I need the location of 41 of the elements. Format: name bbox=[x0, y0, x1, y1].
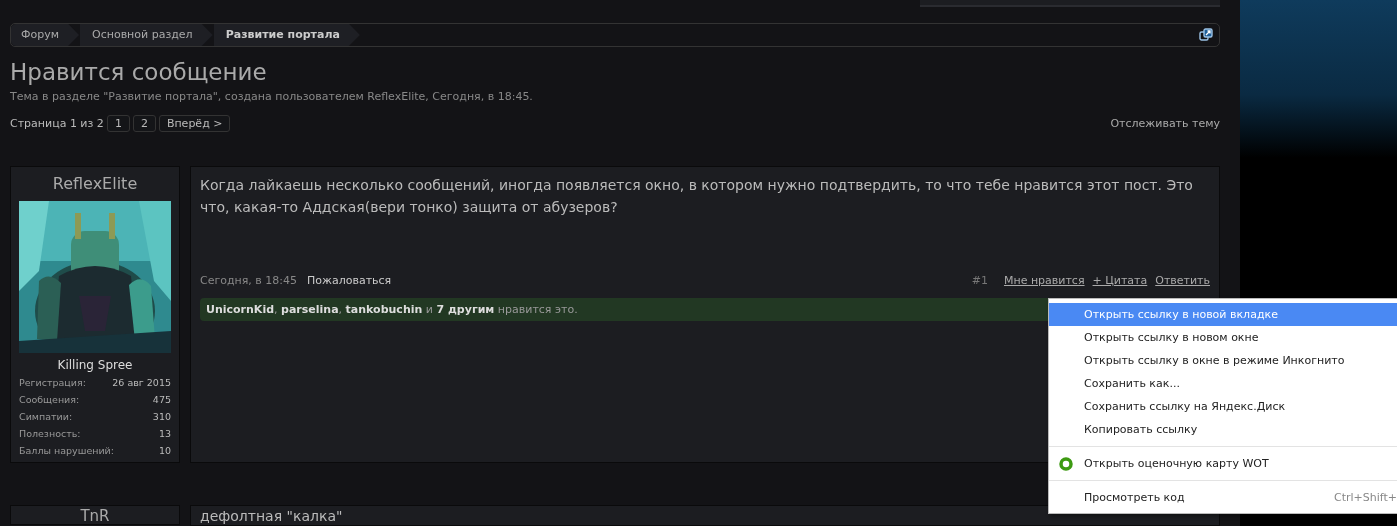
ring-icon bbox=[1059, 457, 1073, 471]
stat-label: Регистрация: bbox=[19, 376, 86, 389]
menu-item[interactable]: Просмотреть код Ctrl+Shift+ bbox=[1049, 486, 1397, 509]
page-button[interactable]: 1 bbox=[106, 115, 130, 132]
username[interactable]: TnR bbox=[19, 508, 171, 525]
post-action-link[interactable]: Мне нравится bbox=[1003, 274, 1085, 287]
popout-icon[interactable] bbox=[1199, 27, 1213, 42]
menu-item[interactable]: Открыть оценочную карту WOT bbox=[1049, 452, 1397, 475]
post-action-link[interactable]: Ответить bbox=[1155, 274, 1210, 287]
stat-label: Баллы нарушений: bbox=[19, 444, 114, 457]
breadcrumb[interactable]: Форум bbox=[11, 23, 79, 46]
page-button[interactable]: 2 bbox=[132, 115, 156, 132]
menu-item[interactable]: Сохранить ссылку на Яндекс.Диск bbox=[1049, 395, 1397, 418]
stat-value: 310 bbox=[152, 410, 171, 423]
menu-item[interactable]: Открыть ссылку в новом окне bbox=[1049, 326, 1397, 349]
post-number[interactable]: #1 bbox=[971, 274, 988, 287]
post-action-link[interactable]: + Цитата bbox=[1092, 274, 1148, 287]
stat-value: 10 bbox=[158, 444, 171, 457]
post-date: Сегодня, в 18:45 bbox=[200, 274, 298, 287]
thread-subtitle: Тема в разделе "Развитие портала", создана пользователем ReflexElite, Сегодня, в 18:45. bbox=[10, 90, 534, 103]
menu-item[interactable]: Копировать ссылку bbox=[1049, 418, 1397, 441]
watch-link[interactable]: Отслеживать тему bbox=[1110, 117, 1220, 130]
shortcut-text: Ctrl+Shift+ bbox=[1334, 491, 1397, 504]
stat-label: Симпатии: bbox=[19, 410, 73, 423]
menu-item[interactable]: Открыть ссылку в окне в режиме Инкогнито bbox=[1049, 349, 1397, 372]
next-button[interactable]: Вперёд > bbox=[158, 115, 231, 132]
stat-label: Полезность: bbox=[19, 427, 81, 440]
stat-value: 13 bbox=[158, 427, 171, 440]
page-title: Нравится сообщение bbox=[10, 58, 268, 87]
message-text: Когда лайкаешь несколько сообщений, иногда появляется окно, в котором нужно подтвердить, то что тебе нравится этот пост. Это что, какая-то Аддская(вери тонко) защита от абузеров? bbox=[200, 176, 1194, 217]
breadcrumb[interactable]: Основной раздел bbox=[80, 23, 213, 46]
stat-value: 26 авг 2015 bbox=[112, 376, 171, 389]
page-label: Страница 1 из 2 bbox=[10, 117, 104, 130]
user-rank: Killing Spree bbox=[56, 358, 134, 372]
username[interactable]: ReflexElite bbox=[19, 174, 171, 194]
menu-item[interactable]: Сохранить как... bbox=[1049, 372, 1397, 395]
report-link[interactable]: Пожаловаться bbox=[307, 274, 392, 287]
message-text: дефолтная "калка" bbox=[200, 508, 344, 525]
stat-label: Сообщения: bbox=[19, 393, 80, 406]
breadcrumb[interactable]: Развитие портала bbox=[213, 23, 360, 46]
stat-value: 475 bbox=[152, 393, 171, 406]
